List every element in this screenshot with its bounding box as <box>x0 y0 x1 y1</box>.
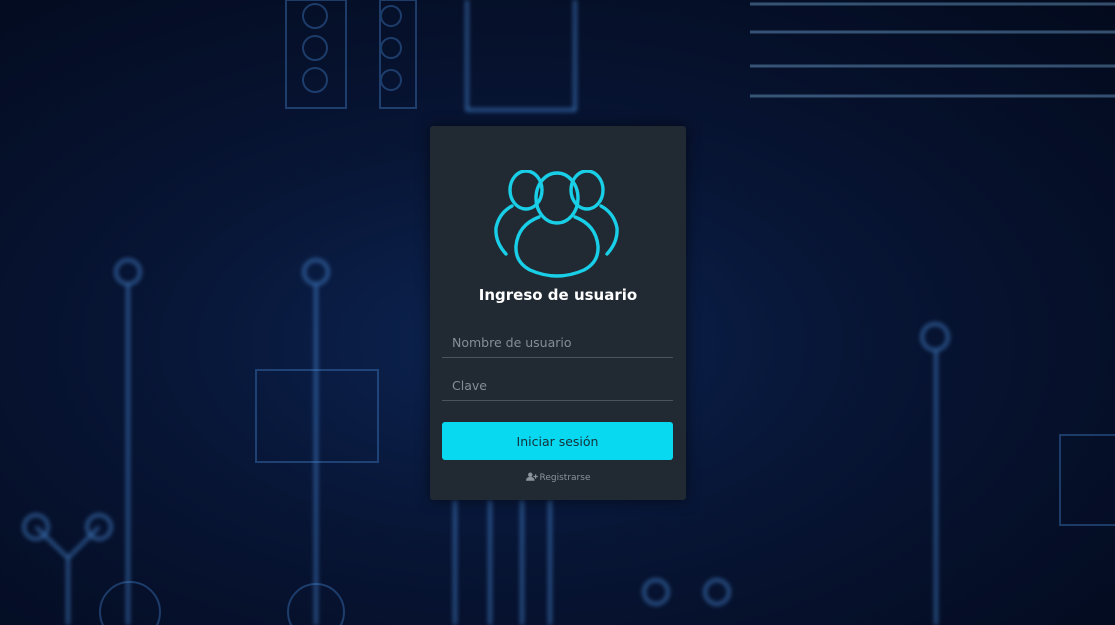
login-card: Ingreso de usuario Iniciar sesión Regist… <box>430 126 686 500</box>
users-group-icon <box>494 170 619 278</box>
register-label: Registrarse <box>539 473 591 483</box>
login-button[interactable]: Iniciar sesión <box>442 422 673 460</box>
register-link[interactable]: Registrarse <box>430 472 686 483</box>
username-field[interactable] <box>442 328 673 358</box>
password-field[interactable] <box>442 371 673 401</box>
user-plus-icon <box>525 472 538 481</box>
login-title: Ingreso de usuario <box>478 286 638 304</box>
